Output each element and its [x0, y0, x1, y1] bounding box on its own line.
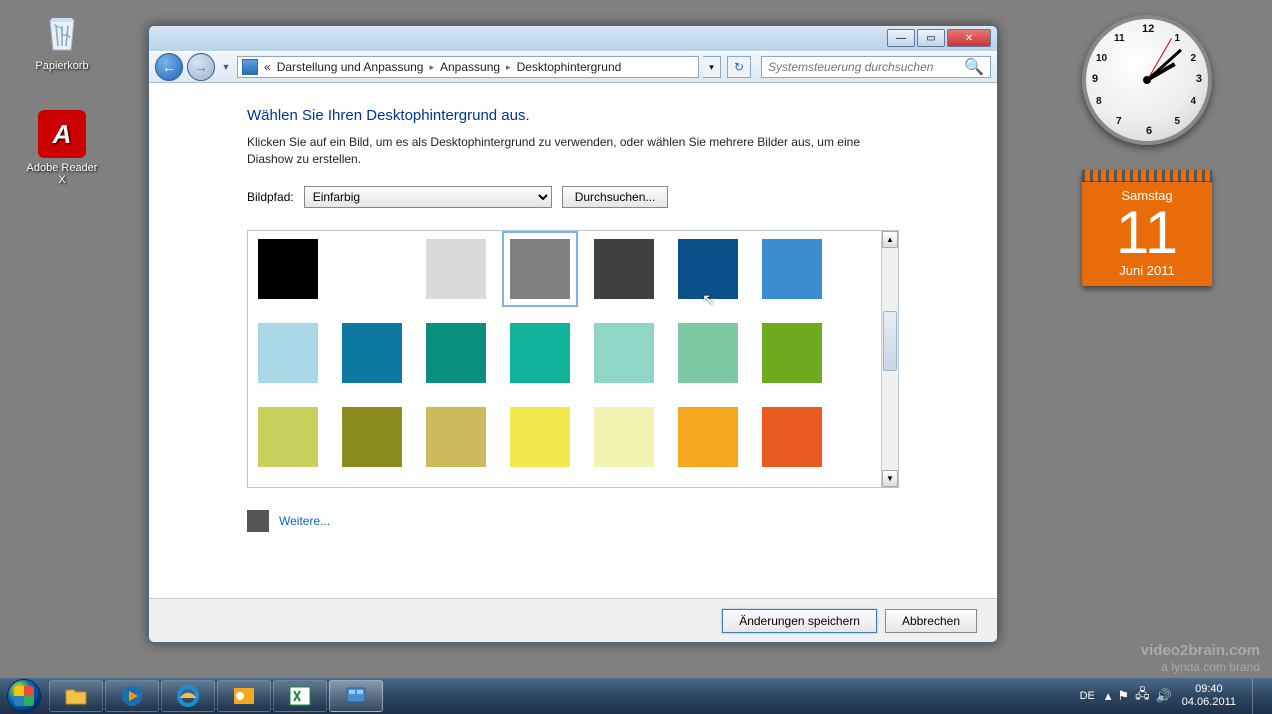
- search-box[interactable]: 🔍: [761, 56, 991, 78]
- tray-volume-icon[interactable]: 🔊: [1156, 688, 1172, 704]
- refresh-button[interactable]: ↻: [727, 56, 751, 78]
- taskbar-control-panel[interactable]: [329, 680, 383, 712]
- adobe-reader-icon: A: [38, 110, 86, 158]
- color-swatch[interactable]: [426, 407, 486, 467]
- color-swatch[interactable]: [594, 239, 654, 299]
- save-button[interactable]: Änderungen speichern: [722, 609, 877, 633]
- more-color-swatch: [247, 510, 269, 532]
- tray-flag-icon[interactable]: ⚑: [1117, 688, 1129, 704]
- color-swatch[interactable]: [510, 323, 570, 383]
- control-panel-icon: [242, 59, 258, 75]
- search-input[interactable]: [768, 60, 964, 74]
- page-subtext: Klicken Sie auf ein Bild, um es als Desk…: [247, 134, 899, 168]
- page-heading: Wählen Sie Ihren Desktophintergrund aus.: [247, 107, 899, 124]
- tray-clock[interactable]: 09:40 04.06.2011: [1182, 683, 1236, 709]
- maximize-button[interactable]: ▭: [917, 29, 945, 47]
- minimize-button[interactable]: —: [887, 29, 915, 47]
- nav-back-button[interactable]: ←: [155, 53, 183, 81]
- browse-button[interactable]: Durchsuchen...: [562, 186, 669, 208]
- taskbar-media-player[interactable]: [105, 680, 159, 712]
- breadcrumb-seg[interactable]: Anpassung: [440, 60, 500, 74]
- tray-date: 04.06.2011: [1182, 696, 1236, 709]
- control-panel-window: — ▭ ✕ ← → ▼ « Darstellung und Anpassung …: [148, 25, 998, 643]
- breadcrumb-prefix[interactable]: «: [264, 60, 271, 74]
- watermark-line1: video2brain.com: [1141, 642, 1260, 659]
- start-button[interactable]: [0, 678, 48, 714]
- color-swatch[interactable]: [594, 323, 654, 383]
- cancel-button[interactable]: Abbrechen: [885, 609, 977, 633]
- chevron-right-icon[interactable]: ▸: [506, 62, 511, 73]
- watermark-line2: a lynda.com brand: [1141, 660, 1260, 674]
- address-bar[interactable]: « Darstellung und Anpassung ▸ Anpassung …: [237, 56, 699, 78]
- nav-history-dropdown[interactable]: ▼: [219, 53, 233, 81]
- breadcrumb-seg[interactable]: Desktophintergrund: [517, 60, 622, 74]
- clock-minute-hand: [1146, 49, 1181, 81]
- tray-network-icon[interactable]: 🖧: [1135, 685, 1150, 707]
- scroll-thumb[interactable]: [883, 311, 897, 371]
- titlebar[interactable]: — ▭ ✕: [149, 26, 997, 51]
- color-swatch[interactable]: [258, 239, 318, 299]
- path-select[interactable]: Einfarbig: [304, 186, 552, 208]
- scroll-down-button[interactable]: ▼: [882, 470, 898, 487]
- address-dropdown[interactable]: ▾: [703, 56, 721, 78]
- taskbar-ie[interactable]: [161, 680, 215, 712]
- taskbar-excel[interactable]: [273, 680, 327, 712]
- show-desktop-button[interactable]: [1252, 678, 1264, 714]
- calendar-month: Juni 2011: [1082, 263, 1212, 286]
- search-icon[interactable]: 🔍: [964, 57, 984, 77]
- desktop-icon-label: Papierkorb: [22, 60, 102, 72]
- clock-gadget[interactable]: 12 3 6 9 1 2 4 5 7 8 10 11: [1082, 15, 1212, 145]
- nav-forward-button[interactable]: →: [187, 53, 215, 81]
- scroll-up-button[interactable]: ▲: [882, 231, 898, 248]
- calendar-gadget[interactable]: Samstag 11 Juni 2011: [1082, 170, 1212, 286]
- desktop-icon-recycle-bin[interactable]: Papierkorb: [22, 8, 102, 72]
- windows-orb-icon: [7, 679, 41, 713]
- color-swatch[interactable]: [678, 239, 738, 299]
- color-swatch[interactable]: [342, 407, 402, 467]
- color-swatch[interactable]: [342, 323, 402, 383]
- breadcrumb-seg[interactable]: Darstellung und Anpassung: [277, 60, 424, 74]
- color-swatch[interactable]: [426, 323, 486, 383]
- dialog-footer: Änderungen speichern Abbrechen: [149, 598, 997, 642]
- taskbar-explorer[interactable]: [49, 680, 103, 712]
- calendar-day: 11: [1082, 203, 1212, 263]
- color-swatch[interactable]: [762, 407, 822, 467]
- content-area: Wählen Sie Ihren Desktophintergrund aus.…: [149, 83, 997, 598]
- color-swatch[interactable]: [342, 239, 402, 299]
- close-button[interactable]: ✕: [947, 29, 991, 47]
- tray-time: 09:40: [1182, 683, 1236, 696]
- color-swatch[interactable]: [510, 239, 570, 299]
- color-swatch[interactable]: [258, 323, 318, 383]
- watermark: video2brain.com a lynda.com brand: [1141, 642, 1260, 674]
- color-swatch[interactable]: [258, 407, 318, 467]
- desktop-icon-adobe-reader[interactable]: A Adobe Reader X: [22, 110, 102, 186]
- color-swatch[interactable]: [762, 323, 822, 383]
- tray-lang[interactable]: DE: [1080, 690, 1095, 702]
- color-list: ▲ ▼: [247, 230, 899, 488]
- color-swatch[interactable]: [594, 407, 654, 467]
- recycle-bin-icon: [38, 8, 86, 56]
- system-tray: DE ▴ ⚑ 🖧 🔊 09:40 04.06.2011: [1072, 678, 1272, 714]
- chevron-right-icon[interactable]: ▸: [429, 62, 434, 73]
- scrollbar[interactable]: ▲ ▼: [881, 231, 898, 487]
- navbar: ← → ▼ « Darstellung und Anpassung ▸ Anpa…: [149, 51, 997, 83]
- taskbar-outlook[interactable]: [217, 680, 271, 712]
- color-swatch[interactable]: [678, 407, 738, 467]
- color-swatch[interactable]: [678, 323, 738, 383]
- color-swatch[interactable]: [510, 407, 570, 467]
- color-swatch[interactable]: [426, 239, 486, 299]
- path-label: Bildpfad:: [247, 190, 294, 204]
- color-swatch[interactable]: [762, 239, 822, 299]
- taskbar: DE ▴ ⚑ 🖧 🔊 09:40 04.06.2011: [0, 678, 1272, 714]
- desktop-icon-label: Adobe Reader X: [22, 162, 102, 186]
- tray-show-hidden-icon[interactable]: ▴: [1105, 688, 1112, 704]
- more-colors-link[interactable]: Weitere...: [279, 514, 330, 528]
